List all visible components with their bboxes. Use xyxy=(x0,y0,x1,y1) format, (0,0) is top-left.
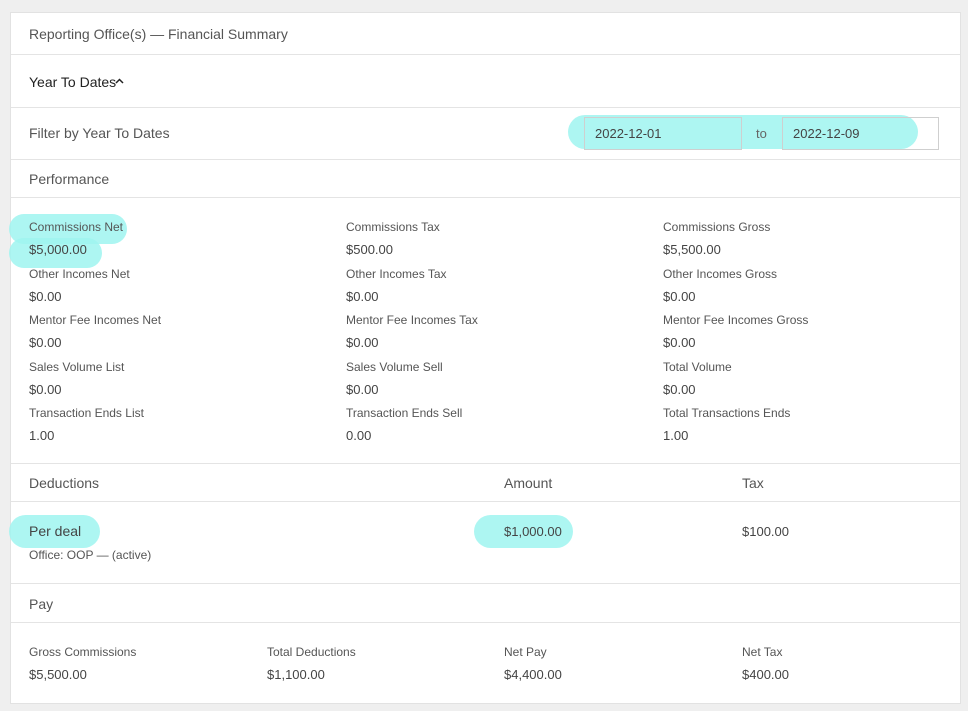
page-title: Reporting Office(s) — Financial Summary xyxy=(29,26,288,42)
pay-grid: Gross Commissions $5,500.00 Total Deductio… xyxy=(11,623,960,703)
perf-value: $0.00 xyxy=(663,335,696,350)
deductions-column-header: Deductions xyxy=(29,475,100,491)
pay-label: Net Tax xyxy=(742,645,783,659)
pay-value: $5,500.00 xyxy=(29,667,87,682)
date-from-input[interactable]: 2022-12-01 xyxy=(584,117,742,150)
pay-label: Total Deductions xyxy=(267,645,356,659)
perf-label: Total Transactions Ends xyxy=(663,406,791,420)
amount-column-header: Amount xyxy=(504,475,553,491)
perf-value: $5,000.00 xyxy=(29,242,87,257)
perf-label: Commissions Tax xyxy=(346,220,440,234)
tax-column-header: Tax xyxy=(742,475,764,491)
perf-value: $0.00 xyxy=(29,335,62,350)
perf-label: Transaction Ends List xyxy=(29,406,144,420)
perf-label: Total Volume xyxy=(663,359,732,374)
pay-value: $400.00 xyxy=(742,667,789,682)
financial-summary-panel: Reporting Office(s) — Financial Summary … xyxy=(9,12,961,704)
performance-grid: Commissions Net $5,000.00 Commissions Tax $… xyxy=(9,198,960,464)
pay-label: Net Pay xyxy=(504,645,547,659)
deduction-row: Per deal Office: OOP — (active) $1,000.0… xyxy=(9,502,960,584)
perf-label: Mentor Fee Incomes Tax xyxy=(346,313,478,327)
perf-value: $0.00 xyxy=(29,381,62,397)
perf-value: $0.00 xyxy=(29,288,62,304)
perf-label: Mentor Fee Incomes Gross xyxy=(663,313,809,327)
perf-value: 0.00 xyxy=(346,428,372,443)
perf-label: Sales Volume Sell xyxy=(346,359,443,374)
perf-label: Commissions Gross xyxy=(663,220,771,234)
pay-title: Pay xyxy=(29,596,54,612)
perf-label: Other Incomes Tax xyxy=(346,266,447,281)
perf-value: $0.00 xyxy=(663,381,696,397)
perf-label: Other Incomes Gross xyxy=(663,266,778,281)
pay-value: $4,400.00 xyxy=(504,667,562,682)
perf-value: $0.00 xyxy=(346,335,379,350)
deduction-amount: $1,000.00 xyxy=(504,524,562,539)
date-to-input[interactable]: 2022-12-09 xyxy=(782,117,939,150)
perf-value: $5,500.00 xyxy=(663,242,721,257)
deductions-header: Deductions Amount Tax xyxy=(11,464,960,502)
filter-label: Filter by Year To Dates xyxy=(29,125,170,141)
performance-title: Performance xyxy=(29,171,110,187)
performance-header: Performance xyxy=(11,160,960,198)
perf-value: 1.00 xyxy=(29,428,55,443)
perf-label: Mentor Fee Incomes Net xyxy=(29,313,162,327)
perf-value: $0.00 xyxy=(346,288,379,304)
filter-row: Filter by Year To Dates 2022-12-01 to 20… xyxy=(11,108,960,160)
panel-header: Reporting Office(s) — Financial Summary xyxy=(11,13,960,55)
perf-value: 1.00 xyxy=(663,428,689,443)
deduction-tax: $100.00 xyxy=(742,524,789,539)
perf-label: Transaction Ends Sell xyxy=(346,406,463,420)
pay-header: Pay xyxy=(11,584,960,623)
deduction-office: Office: OOP — (active) xyxy=(29,548,152,562)
section-label: Year To Dates xyxy=(29,74,117,90)
perf-value: $500.00 xyxy=(346,242,393,257)
pay-value: $1,100.00 xyxy=(267,667,325,682)
perf-label: Other Incomes Net xyxy=(29,266,130,281)
perf-value: $0.00 xyxy=(663,288,696,304)
deduction-name: Per deal xyxy=(29,523,82,539)
pay-label: Gross Commissions xyxy=(29,645,137,659)
perf-value: $0.00 xyxy=(346,381,379,397)
perf-label: Sales Volume List xyxy=(29,359,125,374)
perf-label: Commissions Net xyxy=(29,220,124,234)
to-label: to xyxy=(756,126,767,141)
chevron-up-icon[interactable] xyxy=(115,78,124,84)
year-to-dates-toggle[interactable]: Year To Dates xyxy=(11,55,960,108)
